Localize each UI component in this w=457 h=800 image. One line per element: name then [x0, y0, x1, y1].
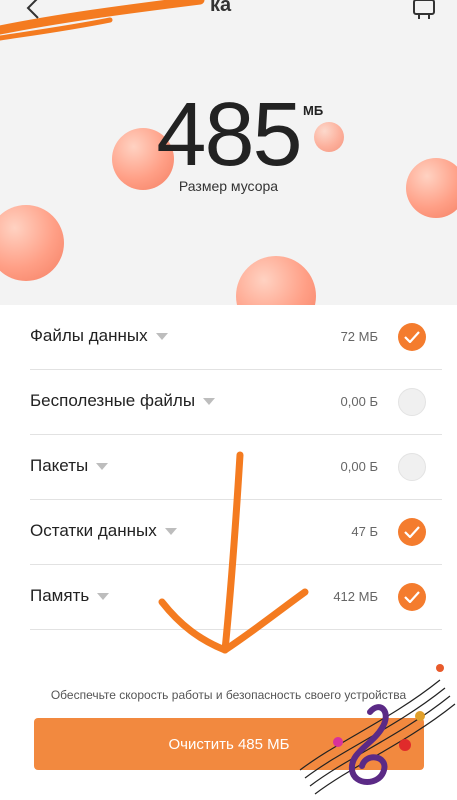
- caret-down-icon: [164, 528, 177, 536]
- junk-size-unit: МБ: [303, 103, 324, 118]
- list-item-data-residue[interactable]: Остатки данных 47 Б: [30, 500, 442, 565]
- checkbox-unchecked[interactable]: [398, 388, 426, 416]
- checkbox-checked[interactable]: [398, 583, 426, 611]
- back-button[interactable]: [18, 0, 48, 28]
- chevron-left-icon: [26, 0, 39, 19]
- list-item-data-files[interactable]: Файлы данных 72 МБ: [30, 305, 442, 370]
- page-title: ка: [210, 0, 232, 16]
- decorative-bubble: [236, 256, 316, 305]
- caret-down-icon: [97, 593, 110, 601]
- item-size: 0,00 Б: [340, 459, 378, 474]
- list-item-useless-files[interactable]: Бесполезные файлы 0,00 Б: [30, 370, 442, 435]
- item-label: Память: [30, 586, 110, 606]
- caret-down-icon: [203, 398, 216, 406]
- checkbox-checked[interactable]: [398, 323, 426, 351]
- caret-down-icon: [155, 333, 168, 341]
- junk-size-label: Размер мусора: [178, 178, 279, 194]
- music-note-icon: [436, 664, 444, 672]
- item-label: Бесполезные файлы: [30, 391, 216, 411]
- item-size: 47 Б: [351, 524, 378, 539]
- list-item-memory[interactable]: Память 412 МБ: [30, 565, 442, 630]
- hero-panel: ка 485 МБ Размер мусора: [0, 0, 457, 305]
- checkbox-unchecked[interactable]: [398, 453, 426, 481]
- decorative-bubble: [0, 205, 64, 281]
- checkbox-checked[interactable]: [398, 518, 426, 546]
- junk-size-value: 485: [156, 85, 302, 185]
- junk-category-list: Файлы данных 72 МБ Бесполезные файлы 0,0…: [30, 305, 442, 630]
- clean-button[interactable]: Очистить 485 МБ: [34, 718, 424, 770]
- broom-settings-icon: [413, 0, 435, 19]
- top-bar: ка: [0, 0, 457, 40]
- junk-size: 485 МБ: [0, 85, 457, 185]
- item-size: 72 МБ: [340, 329, 378, 344]
- item-size: 412 МБ: [333, 589, 378, 604]
- caret-down-icon: [96, 463, 109, 471]
- check-icon: [404, 526, 420, 538]
- item-label: Остатки данных: [30, 521, 177, 541]
- check-icon: [404, 331, 420, 343]
- settings-button[interactable]: [409, 0, 439, 24]
- item-size: 0,00 Б: [340, 394, 378, 409]
- list-item-packages[interactable]: Пакеты 0,00 Б: [30, 435, 442, 500]
- footer-note: Обеспечьте скорость работы и безопасност…: [50, 688, 407, 702]
- check-icon: [404, 591, 420, 603]
- item-label: Пакеты: [30, 456, 109, 476]
- item-label: Файлы данных: [30, 326, 168, 346]
